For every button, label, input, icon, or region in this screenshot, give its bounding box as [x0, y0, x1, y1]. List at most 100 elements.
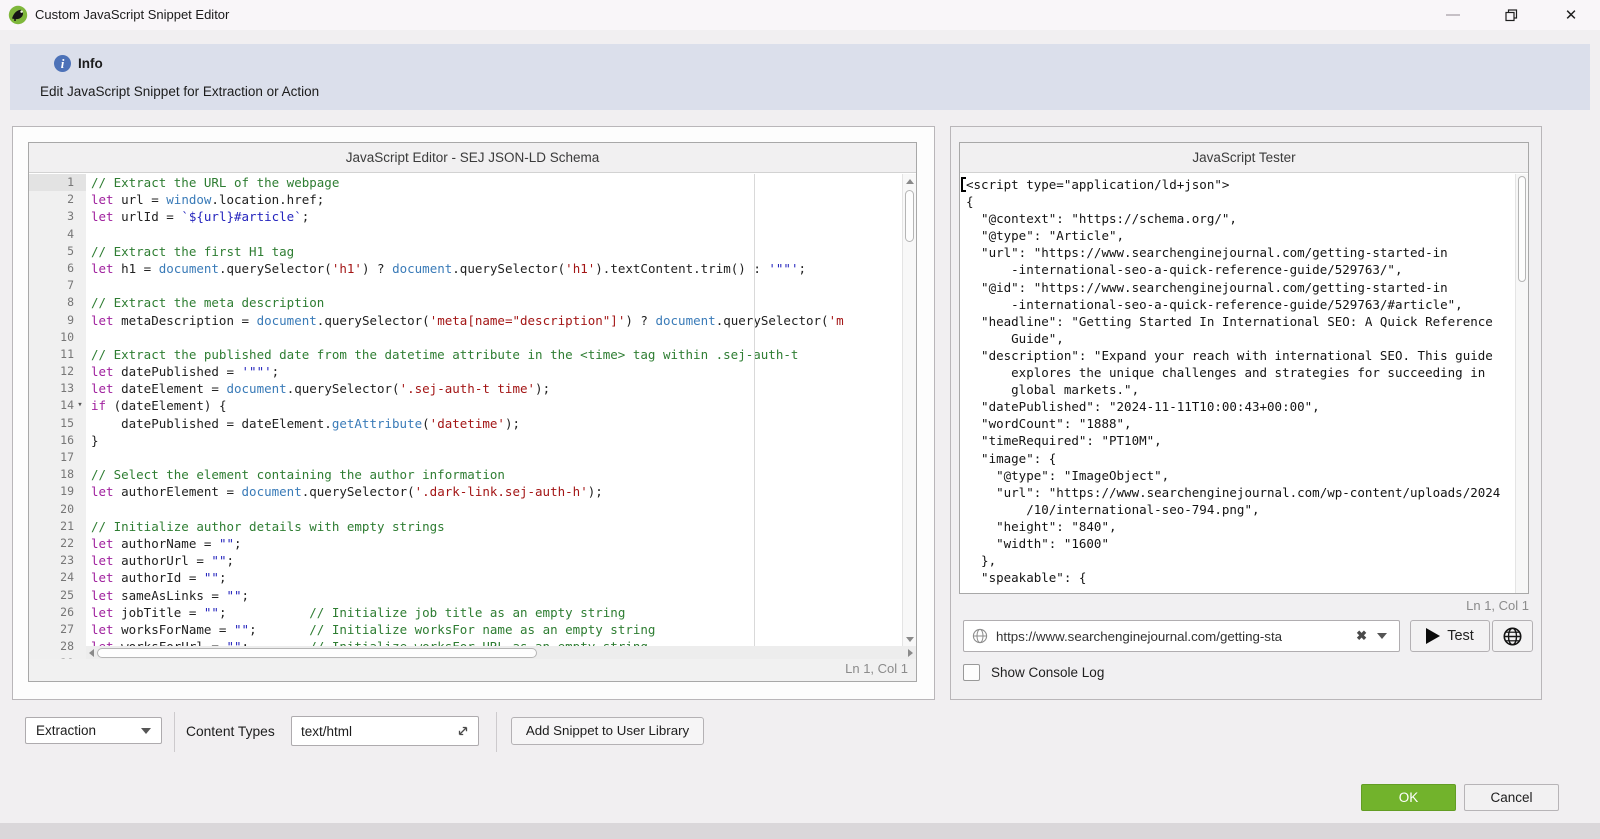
code-line[interactable]: let metaDescription = document.querySele…: [91, 312, 902, 329]
code-line[interactable]: let sameAsLinks = "";: [91, 587, 902, 604]
code-line[interactable]: let dateElement = document.querySelector…: [91, 380, 902, 397]
code-line[interactable]: datePublished = dateElement.getAttribute…: [91, 415, 902, 432]
line-number[interactable]: 3: [29, 208, 86, 225]
code-line[interactable]: // Extract the URL of the webpage: [91, 174, 902, 191]
line-number[interactable]: 16: [29, 432, 86, 449]
line-number[interactable]: 13: [29, 380, 86, 397]
code-line[interactable]: let worksForName = ""; // Initialize wor…: [91, 621, 902, 638]
tester-vertical-scrollbar[interactable]: [1515, 174, 1528, 593]
line-number[interactable]: 26: [29, 604, 86, 621]
vertical-scroll-thumb[interactable]: [905, 190, 914, 242]
line-number[interactable]: 6: [29, 260, 86, 277]
line-number[interactable]: 17: [29, 449, 86, 466]
code-line[interactable]: let authorUrl = "";: [91, 552, 902, 569]
code-line[interactable]: let urlId = `${url}#article`;: [91, 208, 902, 225]
open-in-browser-button[interactable]: [1492, 620, 1533, 652]
line-number[interactable]: 19: [29, 483, 86, 500]
tester-output-line[interactable]: "wordCount": "1888",: [966, 415, 1515, 432]
tester-output-line[interactable]: "width": "1600": [966, 535, 1515, 552]
tester-output[interactable]: <script type="application/ld+json">{ "@c…: [960, 176, 1515, 593]
line-number[interactable]: 8: [29, 294, 86, 311]
code-line[interactable]: // Select the element containing the aut…: [91, 466, 902, 483]
line-number[interactable]: 21: [29, 518, 86, 535]
editor-body[interactable]: 1234567891011121314▾15161718192021222324…: [29, 174, 916, 659]
test-button[interactable]: Test: [1410, 620, 1490, 652]
line-number[interactable]: 5: [29, 243, 86, 260]
line-number[interactable]: 2: [29, 191, 86, 208]
content-types-input[interactable]: [292, 724, 456, 739]
content-types-field[interactable]: [291, 716, 479, 746]
close-button[interactable]: ✕: [1548, 0, 1594, 30]
tester-output-line[interactable]: "image": {: [966, 450, 1515, 467]
tester-output-line[interactable]: <script type="application/ld+json">: [966, 176, 1515, 193]
code-area[interactable]: // Extract the URL of the webpage let url…: [86, 174, 902, 659]
code-line[interactable]: let authorId = "";: [91, 569, 902, 586]
code-line[interactable]: let authorElement = document.querySelect…: [91, 483, 902, 500]
tester-output-line[interactable]: -international-seo-a-quick-reference-gui…: [966, 296, 1515, 313]
test-url-value[interactable]: https://www.searchenginejournal.com/gett…: [996, 629, 1350, 644]
line-number[interactable]: 12: [29, 363, 86, 380]
code-line[interactable]: // Extract the meta description: [91, 294, 902, 311]
code-line[interactable]: if (dateElement) {: [91, 397, 902, 414]
tester-output-line[interactable]: "height": "840",: [966, 518, 1515, 535]
line-number[interactable]: 22: [29, 535, 86, 552]
clear-url-icon[interactable]: ✖: [1350, 628, 1377, 644]
tester-output-line[interactable]: "timeRequired": "PT10M",: [966, 432, 1515, 449]
editor-horizontal-scrollbar[interactable]: [86, 646, 916, 659]
scroll-down-icon[interactable]: [906, 637, 914, 642]
line-number[interactable]: 23: [29, 552, 86, 569]
line-number[interactable]: 7: [29, 277, 86, 294]
horizontal-scroll-thumb[interactable]: [97, 648, 537, 658]
show-console-checkbox[interactable]: [963, 664, 980, 681]
scroll-left-icon[interactable]: [89, 649, 94, 657]
tester-output-line[interactable]: {: [966, 193, 1515, 210]
code-line[interactable]: let authorName = "";: [91, 535, 902, 552]
line-number[interactable]: 9: [29, 312, 86, 329]
line-number[interactable]: 28: [29, 638, 86, 655]
tester-output-line[interactable]: "@type": "ImageObject",: [966, 467, 1515, 484]
line-number[interactable]: 18: [29, 466, 86, 483]
line-number[interactable]: 27: [29, 621, 86, 638]
cancel-button[interactable]: Cancel: [1464, 784, 1559, 811]
tester-output-line[interactable]: -international-seo-a-quick-reference-gui…: [966, 261, 1515, 278]
line-number[interactable]: 20: [29, 501, 86, 518]
line-number[interactable]: 4: [29, 226, 86, 243]
line-number[interactable]: 14▾: [29, 397, 86, 414]
editor-gutter[interactable]: 1234567891011121314▾15161718192021222324…: [29, 174, 86, 659]
tester-output-line[interactable]: global markets.",: [966, 381, 1515, 398]
code-line[interactable]: // Initialize author details with empty …: [91, 518, 902, 535]
line-number[interactable]: 10: [29, 329, 86, 346]
line-number[interactable]: 11: [29, 346, 86, 363]
add-snippet-to-library-button[interactable]: Add Snippet to User Library: [511, 717, 704, 745]
tester-output-line[interactable]: "url": "https://www.searchenginejournal.…: [966, 244, 1515, 261]
expand-field-icon[interactable]: [456, 724, 470, 738]
line-number[interactable]: 25: [29, 587, 86, 604]
scroll-up-icon[interactable]: [906, 179, 914, 184]
line-number[interactable]: 24: [29, 569, 86, 586]
code-line[interactable]: [91, 501, 902, 518]
code-line[interactable]: [91, 226, 902, 243]
tester-output-line[interactable]: "speakable": {: [966, 569, 1515, 586]
line-number[interactable]: 15: [29, 415, 86, 432]
tester-output-line[interactable]: Guide",: [966, 330, 1515, 347]
code-line[interactable]: [91, 329, 902, 346]
code-line[interactable]: let h1 = document.querySelector('h1') ? …: [91, 260, 902, 277]
ok-button[interactable]: OK: [1361, 784, 1456, 811]
code-line[interactable]: // Extract the published date from the d…: [91, 346, 902, 363]
tester-output-line[interactable]: /10/international-seo-794.png",: [966, 501, 1515, 518]
tester-output-line[interactable]: "description": "Expand your reach with i…: [966, 347, 1515, 364]
url-dropdown-icon[interactable]: [1377, 633, 1387, 639]
code-line[interactable]: }: [91, 432, 902, 449]
code-line[interactable]: let jobTitle = ""; // Initialize job tit…: [91, 604, 902, 621]
code-line[interactable]: [91, 449, 902, 466]
fold-marker-icon[interactable]: ▾: [75, 397, 85, 414]
code-line[interactable]: // Extract the first H1 tag: [91, 243, 902, 260]
code-line[interactable]: [91, 277, 902, 294]
tester-scroll-thumb[interactable]: [1518, 176, 1526, 282]
tester-output-line[interactable]: "headline": "Getting Started In Internat…: [966, 313, 1515, 330]
tester-output-line[interactable]: "url": "https://www.searchenginejournal.…: [966, 484, 1515, 501]
editor-vertical-scrollbar[interactable]: [902, 174, 916, 646]
tester-output-line[interactable]: },: [966, 552, 1515, 569]
test-url-input[interactable]: https://www.searchenginejournal.com/gett…: [963, 620, 1400, 652]
code-line[interactable]: let datePublished = '""';: [91, 363, 902, 380]
